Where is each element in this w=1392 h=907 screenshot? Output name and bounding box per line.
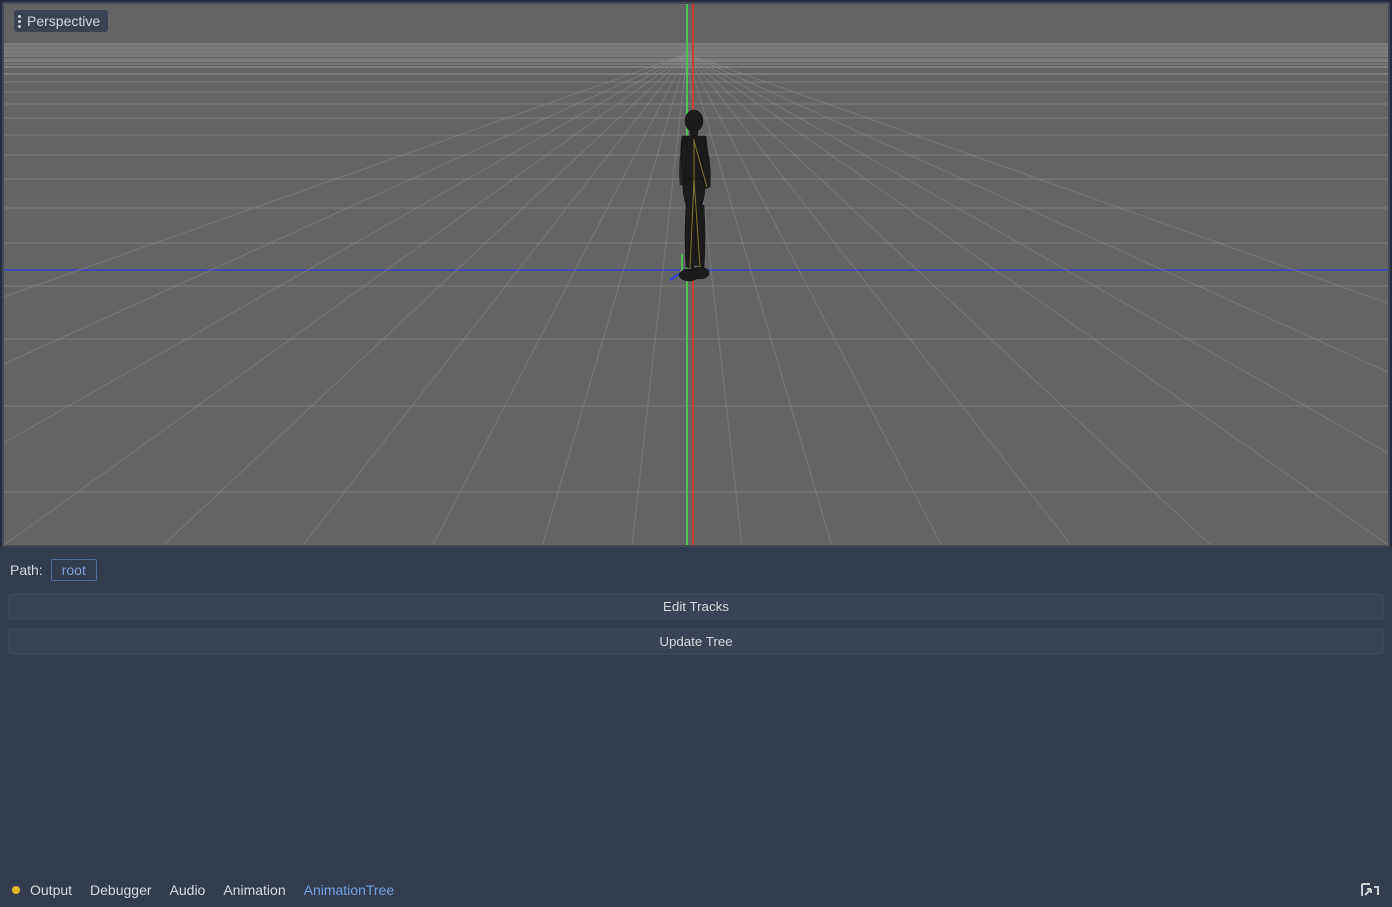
animation-tree-panel: Path: root Edit Tracks Update Tree [0,547,1392,871]
tab-debugger[interactable]: Debugger [88,878,154,902]
character-model [674,109,724,289]
tab-animation[interactable]: Animation [221,878,287,902]
status-dot-icon [12,886,20,894]
viewport-3d[interactable]: Perspective [2,2,1390,547]
tab-animation-tree[interactable]: AnimationTree [302,878,397,902]
bottom-tabbar: Output Debugger Audio Animation Animatio… [0,871,1392,907]
update-tree-button[interactable]: Update Tree [8,628,1384,655]
expand-panel-icon[interactable] [1360,882,1380,898]
edit-tracks-button[interactable]: Edit Tracks [8,593,1384,620]
tab-output[interactable]: Output [28,878,74,902]
path-breadcrumb: Path: root [8,557,1384,587]
path-root-chip[interactable]: root [51,559,97,581]
path-label: Path: [10,562,43,578]
perspective-mode-button[interactable]: Perspective [14,10,108,32]
perspective-mode-label: Perspective [27,13,100,29]
tab-audio[interactable]: Audio [168,878,208,902]
dots-vertical-icon [18,15,21,28]
